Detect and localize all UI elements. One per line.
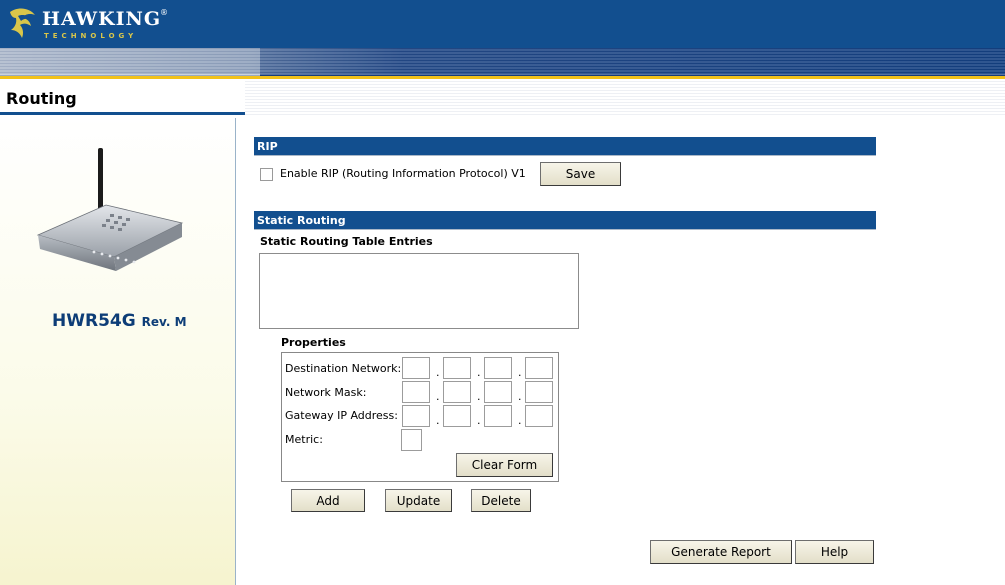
- enable-rip-label: Enable RIP (Routing Information Protocol…: [280, 167, 526, 180]
- network-mask-label: Network Mask:: [285, 386, 367, 399]
- logo-registered-mark: ®: [160, 8, 168, 17]
- static-routing-table[interactable]: [259, 253, 579, 329]
- ip-separator: .: [436, 414, 440, 427]
- section-divider: [254, 229, 876, 230]
- page-title: Routing: [6, 89, 77, 108]
- decorative-band: [0, 48, 1005, 78]
- destination-octet-3[interactable]: [484, 357, 512, 379]
- section-divider: [254, 155, 876, 156]
- gateway-octet-3[interactable]: [484, 405, 512, 427]
- metric-input[interactable]: [401, 429, 422, 451]
- enable-rip-checkbox[interactable]: [260, 168, 273, 181]
- clear-form-button[interactable]: Clear Form: [456, 453, 553, 477]
- gateway-ip-label: Gateway IP Address:: [285, 409, 398, 422]
- ip-separator: .: [477, 414, 481, 427]
- add-button[interactable]: Add: [291, 489, 365, 512]
- model-name: HWR54G Rev. M: [52, 311, 187, 331]
- header-bar: HAWKING ® TECHNOLOGY: [0, 0, 1005, 48]
- destination-octet-1[interactable]: [402, 357, 430, 379]
- ip-separator: .: [518, 366, 522, 379]
- hawking-logo: HAWKING ® TECHNOLOGY: [8, 5, 168, 45]
- ip-separator: .: [477, 366, 481, 379]
- router-image: [36, 148, 184, 271]
- metric-label: Metric:: [285, 433, 323, 446]
- static-routing-table-label: Static Routing Table Entries: [260, 235, 433, 248]
- logo-wordmark: HAWKING: [42, 8, 162, 30]
- page-title-box: Routing: [0, 79, 245, 115]
- hawk-icon: [10, 8, 35, 39]
- ip-separator: .: [518, 390, 522, 403]
- model-revision: Rev. M: [141, 315, 187, 329]
- destination-octet-4[interactable]: [525, 357, 553, 379]
- logo-tagline: TECHNOLOGY: [44, 32, 138, 40]
- destination-octet-2[interactable]: [443, 357, 471, 379]
- properties-title: Properties: [281, 336, 346, 349]
- mask-octet-2[interactable]: [443, 381, 471, 403]
- help-button[interactable]: Help: [795, 540, 874, 564]
- gateway-octet-4[interactable]: [525, 405, 553, 427]
- save-button[interactable]: Save: [540, 162, 621, 186]
- static-routing-section-header: Static Routing: [254, 211, 876, 229]
- ip-separator: .: [436, 390, 440, 403]
- delete-button[interactable]: Delete: [471, 489, 531, 512]
- ip-separator: .: [436, 366, 440, 379]
- mask-octet-1[interactable]: [402, 381, 430, 403]
- destination-network-label: Destination Network:: [285, 362, 402, 375]
- ip-separator: .: [518, 414, 522, 427]
- generate-report-button[interactable]: Generate Report: [650, 540, 792, 564]
- ip-separator: .: [477, 390, 481, 403]
- model-number: HWR54G: [52, 311, 136, 331]
- update-button[interactable]: Update: [385, 489, 452, 512]
- mask-octet-3[interactable]: [484, 381, 512, 403]
- gateway-octet-1[interactable]: [402, 405, 430, 427]
- gateway-octet-2[interactable]: [443, 405, 471, 427]
- rip-section-header: RIP: [254, 137, 876, 155]
- mask-octet-4[interactable]: [525, 381, 553, 403]
